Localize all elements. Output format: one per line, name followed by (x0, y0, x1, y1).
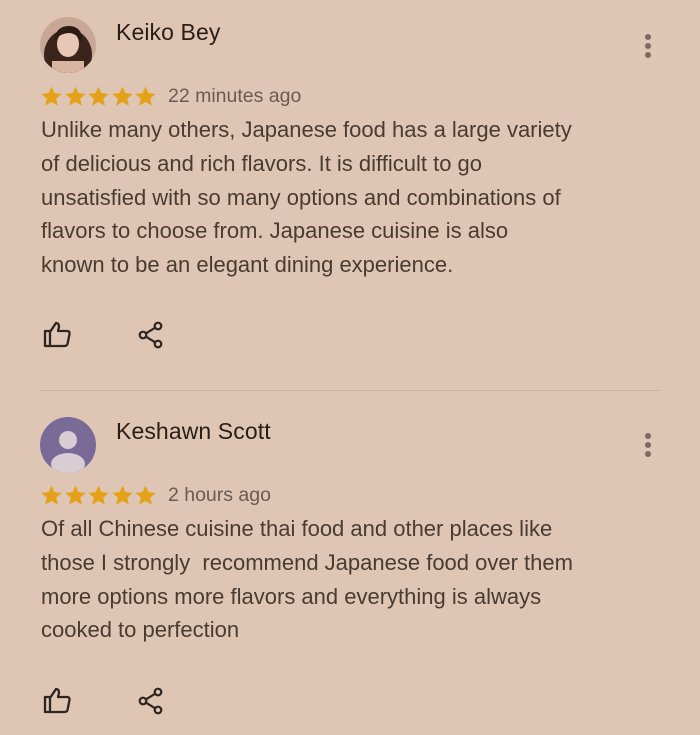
review-text-line: those I strongly recommend Japanese food… (41, 549, 573, 575)
review-text-line: cooked to perfection (41, 617, 240, 643)
like-button[interactable] (41, 684, 75, 718)
review-text: Of all Chinese cuisine thai food and oth… (41, 512, 641, 647)
more-vertical-icon-dot (645, 451, 651, 457)
star-icon (135, 484, 157, 505)
more-options-button[interactable] (637, 430, 659, 460)
star-icon (112, 484, 133, 505)
star-rating (40, 484, 158, 507)
share-icon (138, 687, 163, 715)
review-text-line: more options more flavors and everything… (41, 583, 542, 609)
more-vertical-icon (645, 433, 651, 439)
review-time: 2 hours ago (167, 483, 271, 506)
rating-row: 2 hours ago (40, 482, 271, 508)
review-text-line: Of all Chinese cuisine thai food and oth… (41, 516, 553, 541)
star-icon (41, 484, 62, 505)
avatar[interactable] (40, 417, 96, 473)
default-person-avatar-icon (40, 417, 96, 473)
star-icon (88, 484, 109, 505)
star-icon (64, 484, 86, 505)
share-button[interactable] (136, 686, 170, 720)
thumbs-up-icon (43, 687, 71, 714)
reviewer-name: Keshawn Scott (116, 418, 271, 444)
more-vertical-icon-dot (645, 442, 651, 448)
review-card: Keshawn Scott 2 hours ago Of all Chinese… (0, 0, 700, 735)
